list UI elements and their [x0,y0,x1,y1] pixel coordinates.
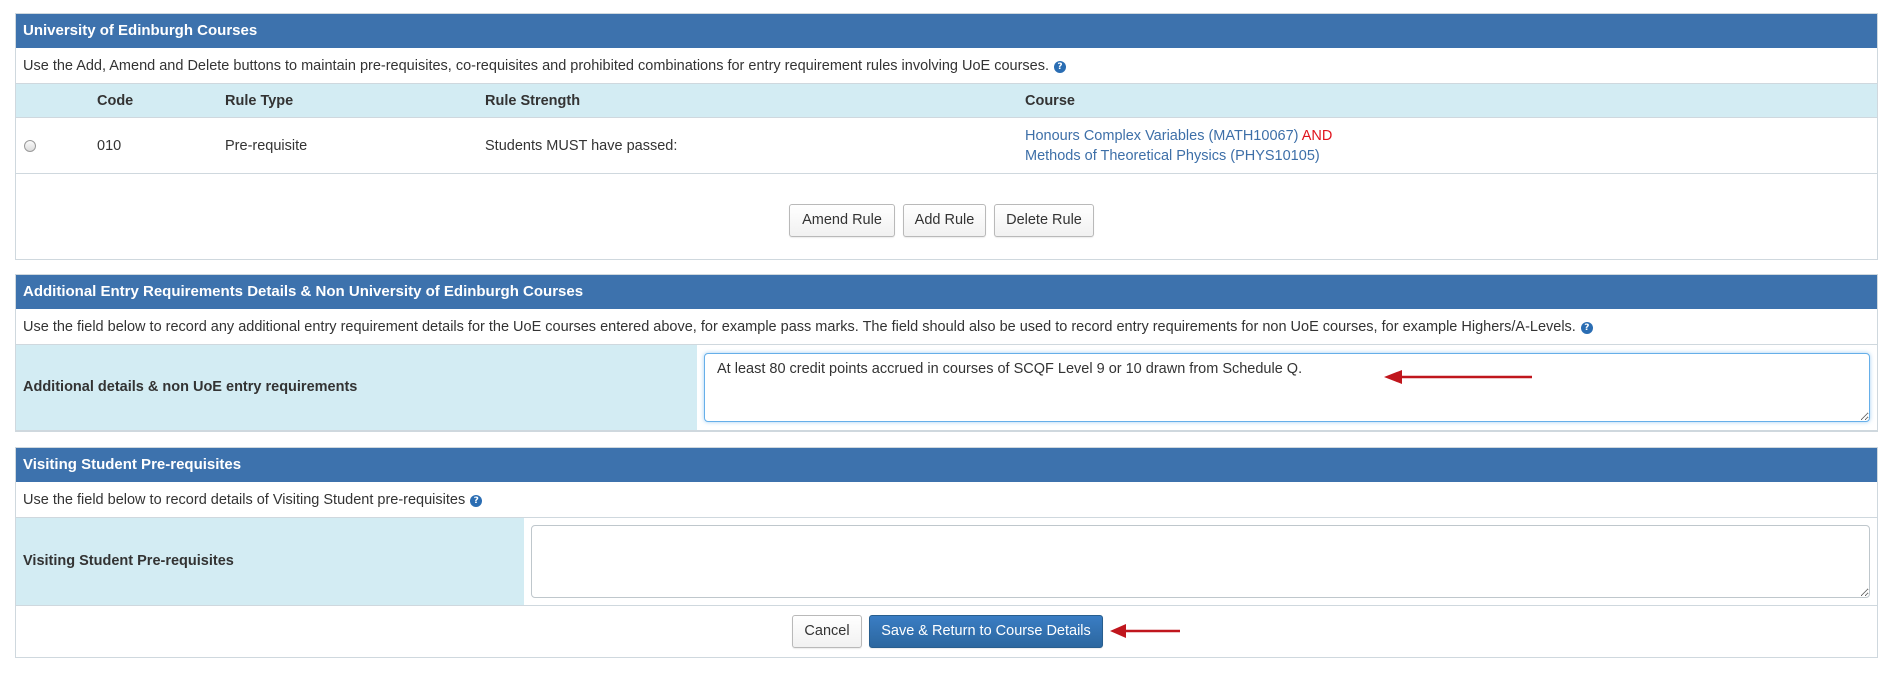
visiting-student-intro-text: Use the field below to record details of… [23,492,466,508]
rules-table-header: Code Rule Type Rule Strength Course [16,84,1877,118]
rule-strength: Students MUST have passed: [485,138,678,154]
and-connector: AND [1301,128,1333,144]
help-icon[interactable]: ? [470,495,483,507]
visiting-student-intro: Use the field below to record details of… [16,482,1877,518]
column-header-course: Course [1025,93,1075,109]
course-line-2: Methods of Theoretical Physics (PHYS1010… [1025,146,1332,166]
additional-details-field-container: At least 80 credit points accrued in cou… [697,345,1877,430]
uoe-courses-intro: Use the Add, Amend and Delete buttons to… [16,48,1877,84]
additional-details-textarea[interactable]: At least 80 credit points accrued in cou… [704,353,1870,422]
row-select-radio[interactable] [24,140,36,152]
column-header-rule-strength: Rule Strength [485,93,581,109]
course-link-phys10105[interactable]: Methods of Theoretical Physics (PHYS1010… [1025,148,1320,164]
rule-button-bar: Amend Rule Add Rule Delete Rule [16,174,1877,260]
rule-code: 010 [97,138,122,154]
visiting-student-label: Visiting Student Pre-requisites [23,553,234,569]
red-arrow-icon [1110,624,1180,638]
uoe-courses-intro-text: Use the Add, Amend and Delete buttons to… [23,58,1050,74]
additional-requirements-intro: Use the field below to record any additi… [16,309,1877,345]
uoe-courses-panel: University of Edinburgh Courses Use the … [15,13,1878,260]
add-rule-button[interactable]: Add Rule [903,204,986,237]
visiting-student-panel: Visiting Student Pre-requisites Use the … [15,447,1878,658]
additional-details-label: Additional details & non UoE entry requi… [23,379,358,395]
cancel-button[interactable]: Cancel [792,615,862,648]
help-icon[interactable]: ? [1054,61,1067,73]
form-action-bar: Cancel Save & Return to Course Details [16,606,1877,658]
course-line-1: Honours Complex Variables (MATH10067) AN… [1025,126,1332,146]
visiting-student-heading: Visiting Student Pre-requisites [16,448,1877,482]
additional-details-row: Additional details & non UoE entry requi… [16,345,1877,431]
red-arrow-icon [1384,370,1532,384]
column-header-code: Code [97,93,134,109]
visiting-student-row: Visiting Student Pre-requisites [16,518,1877,606]
course-link-math10067[interactable]: Honours Complex Variables (MATH10067) [1025,128,1298,144]
additional-requirements-heading: Additional Entry Requirements Details & … [16,275,1877,309]
additional-requirements-intro-text: Use the field below to record any additi… [23,319,1576,335]
help-icon[interactable]: ? [1580,322,1593,334]
save-return-button[interactable]: Save & Return to Course Details [869,615,1103,648]
delete-rule-button[interactable]: Delete Rule [994,204,1094,237]
additional-requirements-panel: Additional Entry Requirements Details & … [15,274,1878,432]
amend-rule-button[interactable]: Amend Rule [789,204,895,237]
rule-courses: Honours Complex Variables (MATH10067) AN… [1025,126,1332,166]
table-row[interactable]: 010 Pre-requisite Students MUST have pas… [16,118,1877,174]
uoe-courses-heading: University of Edinburgh Courses [16,14,1877,48]
rule-type: Pre-requisite [225,138,308,154]
visiting-student-field-container [524,518,1877,605]
visiting-student-textarea[interactable] [531,525,1870,598]
column-header-rule-type: Rule Type [225,93,294,109]
